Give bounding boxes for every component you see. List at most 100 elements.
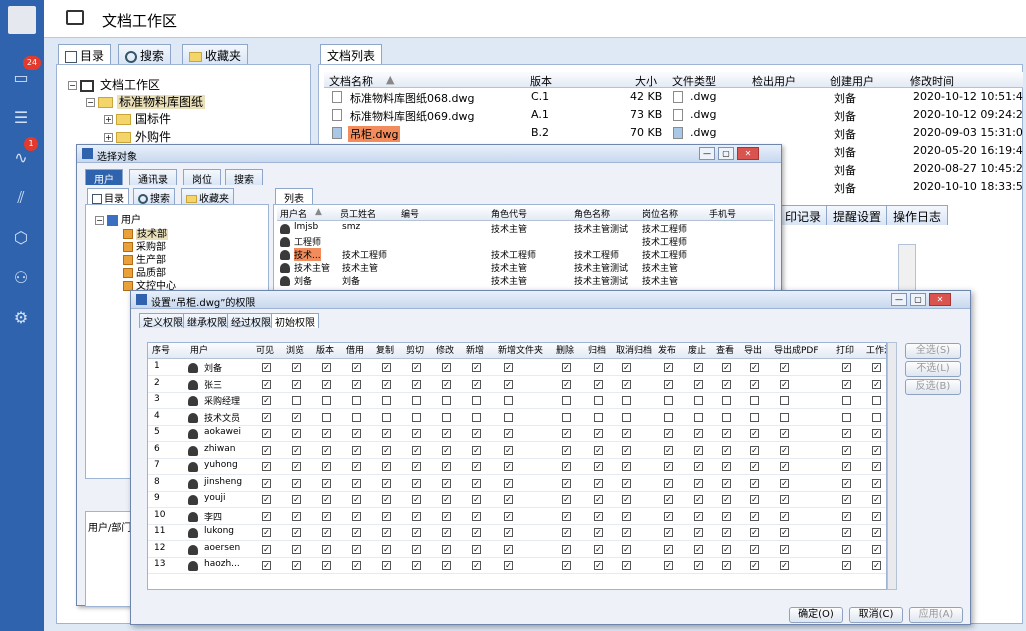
tree-item-std-library[interactable]: − 标准物料库图纸 (86, 93, 206, 110)
permission-checkbox[interactable]: ✓ (562, 528, 571, 537)
permission-checkbox[interactable] (562, 412, 571, 422)
apply-button[interactable]: 应用(A) (909, 607, 963, 623)
permission-checkbox[interactable]: ✓ (622, 429, 631, 438)
permission-checkbox[interactable]: ✓ (872, 462, 881, 471)
permission-checkbox[interactable]: ✓ (352, 528, 361, 537)
permission-checkbox[interactable]: ✓ (722, 363, 731, 372)
permission-checkbox[interactable]: ✓ (694, 429, 703, 438)
tab-doc-list[interactable]: 文档列表 (320, 44, 383, 64)
permission-checkbox[interactable] (322, 412, 331, 422)
permission-checkbox[interactable]: ✓ (842, 544, 851, 554)
tree-item-purchased[interactable]: + 外购件 (104, 128, 171, 145)
permission-checkbox[interactable]: ✓ (594, 379, 603, 389)
select-all-button[interactable]: 全选(S) (905, 343, 961, 359)
permission-checkbox[interactable] (842, 412, 851, 422)
tab-favorites[interactable]: 收藏夹 (182, 44, 249, 64)
permission-checkbox[interactable]: ✓ (442, 561, 451, 570)
permission-checkbox[interactable]: ✓ (780, 478, 789, 488)
permission-checkbox[interactable]: ✓ (262, 396, 271, 405)
col-header[interactable]: 取消归档 (616, 343, 652, 356)
permission-checkbox[interactable] (412, 396, 421, 405)
permission-checkbox[interactable]: ✓ (872, 445, 881, 455)
permission-checkbox[interactable]: ✓ (412, 379, 421, 389)
invert-selection-button[interactable]: 反选(B) (905, 379, 961, 395)
permission-checkbox[interactable]: ✓ (664, 462, 673, 471)
minimize-button[interactable]: — (891, 293, 907, 306)
col-header[interactable]: 版本 (316, 343, 334, 356)
table-row[interactable]: 2 张三 ✓ ✓ ✓ ✓ ✓ ✓ ✓ ✓ ✓ ✓ ✓ ✓ ✓ ✓ ✓ ✓ ✓ ✓ ✓ (148, 377, 886, 393)
permission-checkbox[interactable]: ✓ (750, 528, 759, 537)
permission-checkbox[interactable]: ✓ (292, 412, 301, 422)
permission-checkbox[interactable]: ✓ (442, 478, 451, 488)
permission-checkbox[interactable]: ✓ (322, 511, 331, 521)
permission-checkbox[interactable]: ✓ (412, 478, 421, 488)
table-row[interactable]: 4 技术文员 ✓ ✓ (148, 410, 886, 426)
permission-checkbox[interactable]: ✓ (322, 478, 331, 488)
permission-checkbox[interactable]: ✓ (694, 561, 703, 570)
permission-checkbox[interactable]: ✓ (504, 379, 513, 389)
col-header[interactable]: 新增文件夹 (498, 343, 543, 356)
permission-checkbox[interactable]: ✓ (750, 429, 759, 438)
permission-checkbox[interactable]: ✓ (872, 478, 881, 488)
tab-search[interactable]: 搜索 (225, 169, 263, 186)
col-position[interactable]: 岗位名称 (642, 207, 678, 220)
col-header[interactable]: 废止 (688, 343, 706, 356)
permission-checkbox[interactable]: ✓ (694, 379, 703, 389)
collapse-icon[interactable]: − (86, 98, 95, 107)
permission-checkbox[interactable]: ✓ (664, 445, 673, 455)
permission-checkbox[interactable]: ✓ (504, 429, 513, 438)
permission-checkbox[interactable]: ✓ (412, 363, 421, 372)
permission-checkbox[interactable]: ✓ (504, 511, 513, 521)
col-header[interactable]: 发布 (658, 343, 676, 356)
permission-checkbox[interactable] (352, 412, 361, 422)
permission-checkbox[interactable]: ✓ (594, 561, 603, 570)
permission-checkbox[interactable]: ✓ (780, 561, 789, 570)
permission-checkbox[interactable]: ✓ (842, 511, 851, 521)
collapse-icon[interactable]: − (68, 81, 77, 90)
permission-checkbox[interactable]: ✓ (352, 561, 361, 570)
permission-checkbox[interactable]: ✓ (750, 495, 759, 504)
permission-checkbox[interactable] (842, 396, 851, 405)
permission-checkbox[interactable]: ✓ (562, 478, 571, 488)
ok-button[interactable]: 确定(O) (789, 607, 843, 623)
permission-checkbox[interactable]: ✓ (722, 478, 731, 488)
permission-checkbox[interactable]: ✓ (382, 544, 391, 554)
permission-checkbox[interactable] (472, 396, 481, 405)
permission-checkbox[interactable]: ✓ (442, 379, 451, 389)
permission-checkbox[interactable]: ✓ (694, 511, 703, 521)
permission-checkbox[interactable]: ✓ (622, 363, 631, 372)
permission-checkbox[interactable]: ✓ (722, 528, 731, 537)
permission-checkbox[interactable]: ✓ (322, 561, 331, 570)
permission-checkbox[interactable]: ✓ (694, 445, 703, 455)
permission-checkbox[interactable] (442, 396, 451, 405)
permission-checkbox[interactable] (412, 412, 421, 422)
permission-checkbox[interactable]: ✓ (722, 379, 731, 389)
permission-checkbox[interactable]: ✓ (780, 462, 789, 471)
permission-checkbox[interactable]: ✓ (664, 544, 673, 554)
permission-checkbox[interactable]: ✓ (292, 511, 301, 521)
permission-checkbox[interactable]: ✓ (382, 511, 391, 521)
permission-checkbox[interactable]: ✓ (322, 379, 331, 389)
permission-checkbox[interactable]: ✓ (322, 528, 331, 537)
permission-checkbox[interactable]: ✓ (442, 445, 451, 455)
permission-checkbox[interactable]: ✓ (292, 528, 301, 537)
permission-checkbox[interactable]: ✓ (664, 478, 673, 488)
permission-checkbox[interactable]: ✓ (750, 379, 759, 389)
permission-checkbox[interactable]: ✓ (622, 511, 631, 521)
tab-reminder-settings[interactable]: 提醒设置 (826, 205, 889, 225)
col-header[interactable]: 新增 (466, 343, 484, 356)
permission-checkbox[interactable]: ✓ (504, 544, 513, 554)
tab-favorites[interactable]: 收藏夹 (181, 188, 234, 205)
permission-checkbox[interactable] (694, 396, 703, 405)
permission-checkbox[interactable]: ✓ (562, 544, 571, 554)
permission-checkbox[interactable]: ✓ (322, 429, 331, 438)
permission-checkbox[interactable]: ✓ (382, 462, 391, 471)
permission-checkbox[interactable]: ✓ (472, 445, 481, 455)
tree-root[interactable]: − 文档工作区 (68, 76, 160, 93)
permission-checkbox[interactable]: ✓ (352, 379, 361, 389)
permission-checkbox[interactable]: ✓ (562, 495, 571, 504)
permission-checkbox[interactable]: ✓ (472, 544, 481, 554)
permission-checkbox[interactable]: ✓ (750, 363, 759, 372)
gear-icon[interactable]: ⚙ (9, 306, 33, 330)
permission-checkbox[interactable]: ✓ (722, 544, 731, 554)
